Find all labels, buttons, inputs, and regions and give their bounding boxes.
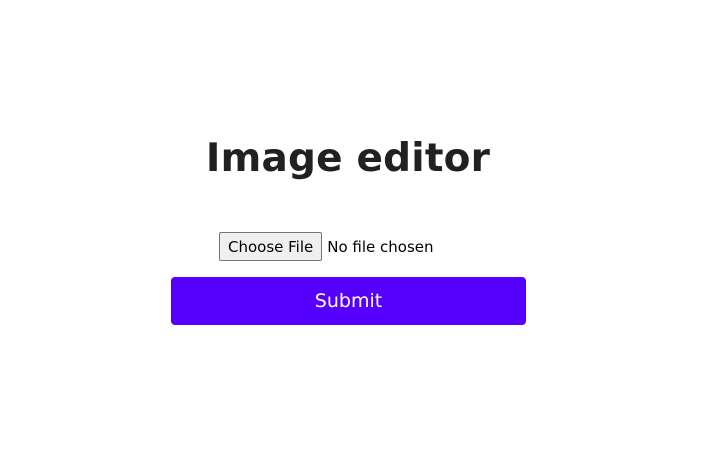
file-upload-field[interactable]: Choose File No file chosen	[219, 232, 434, 261]
submit-button[interactable]: Submit	[171, 277, 526, 325]
file-status-text: No file chosen	[327, 237, 434, 256]
choose-file-button[interactable]: Choose File	[219, 232, 323, 261]
page-title: Image editor	[205, 136, 491, 181]
